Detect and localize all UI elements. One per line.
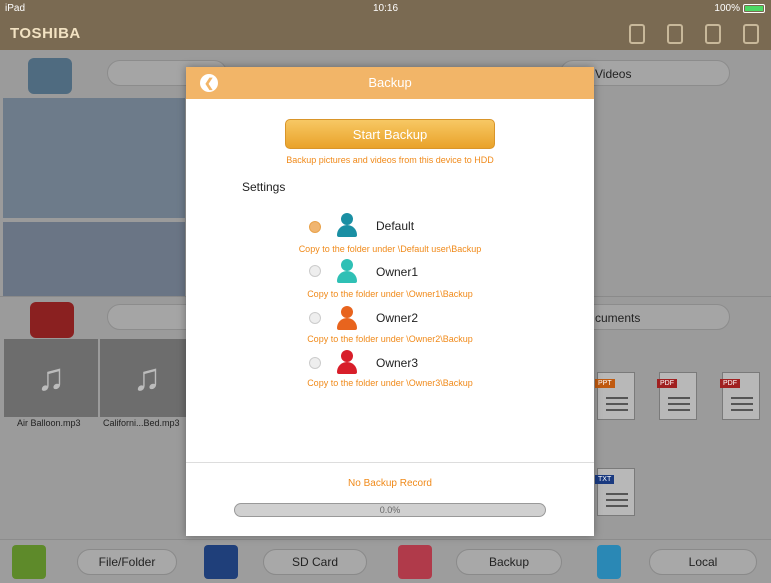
folder-icon — [12, 545, 46, 579]
user-hint: Copy to the folder under \Owner3\Backup — [307, 378, 473, 388]
videos-label: Videos — [595, 67, 632, 81]
user-name: Owner2 — [376, 311, 419, 325]
dialog-title: Backup — [368, 75, 412, 90]
user-hint: Copy to the folder under \Owner1\Backup — [307, 289, 473, 299]
radio-owner2[interactable] — [309, 312, 321, 324]
bottom-tabbar: File/Folder SD Card Backup Local — [0, 539, 771, 583]
user-owner3-icon — [336, 350, 358, 374]
document-tile: PDF — [720, 372, 760, 420]
status-time: 10:16 — [372, 3, 399, 14]
document-tile: PPT — [595, 372, 635, 420]
sd-card-icon — [204, 545, 238, 579]
document-tile: PDF — [657, 372, 697, 420]
status-bar: iPad 10:16 100% — [0, 0, 771, 17]
music-icon — [30, 302, 74, 338]
music-tile: ♫ — [4, 339, 98, 417]
settings-icon[interactable] — [705, 24, 721, 44]
user-hint: Copy to the folder under \Default user\B… — [298, 244, 482, 254]
progress-label: 0.0% — [379, 505, 401, 515]
doc-type-tag: PDF — [720, 379, 740, 388]
file-caption: Air Balloon.mp3 — [17, 418, 81, 428]
doc-type-tag: PPT — [595, 379, 615, 388]
radio-default[interactable] — [309, 221, 321, 233]
save-icon[interactable] — [629, 24, 645, 44]
user-owner2-icon — [336, 306, 358, 330]
camera-icon[interactable] — [743, 24, 759, 44]
start-backup-hint: Backup pictures and videos from this dev… — [286, 155, 494, 165]
back-icon[interactable]: ❮ — [200, 74, 218, 92]
doc-type-tag: PDF — [657, 379, 677, 388]
backup-record-status: No Backup Record — [348, 478, 432, 489]
user-name: Owner1 — [376, 265, 419, 279]
doc-type-tag: TXT — [595, 475, 615, 484]
battery-indicator: 100% — [714, 3, 765, 14]
user-hint: Copy to the folder under \Owner2\Backup — [307, 334, 473, 344]
radio-owner1[interactable] — [309, 265, 321, 277]
photo-thumbnails — [3, 98, 185, 218]
backup-progress-bar: 0.0% — [234, 503, 546, 517]
brand-logo: TOSHIBA — [10, 25, 81, 42]
music-tile: ♫ — [100, 339, 194, 417]
start-backup-button[interactable]: Start Backup — [285, 119, 495, 149]
app-header: TOSHIBA — [0, 17, 771, 50]
battery-icon — [743, 4, 765, 13]
backup-icon — [398, 545, 432, 579]
battery-percent: 100% — [714, 3, 740, 14]
tab-local[interactable]: Local — [649, 549, 757, 575]
tab-backup[interactable]: Backup — [456, 549, 562, 575]
radio-owner3[interactable] — [309, 357, 321, 369]
documents-label: cuments — [595, 311, 641, 325]
backup-dialog: ❮ Backup Start Backup Backup pictures an… — [186, 67, 594, 536]
file-caption: Californi...Bed.mp3 — [103, 418, 180, 428]
photos-icon — [28, 58, 72, 94]
header-toolbar — [629, 24, 759, 44]
user-owner1-icon — [336, 259, 358, 283]
user-default-icon — [336, 213, 358, 237]
user-name: Owner3 — [376, 356, 419, 370]
dialog-header: ❮ Backup — [186, 67, 594, 99]
device-icon[interactable] — [667, 24, 683, 44]
tab-sd-card[interactable]: SD Card — [263, 549, 367, 575]
document-tile: TXT — [595, 468, 635, 516]
user-name: Default — [376, 219, 415, 233]
phone-icon — [597, 545, 621, 579]
dialog-footer: No Backup Record 0.0% — [186, 462, 594, 536]
photo-thumbnails-2 — [3, 222, 185, 296]
settings-label: Settings — [242, 180, 286, 194]
tab-file-folder[interactable]: File/Folder — [77, 549, 177, 575]
